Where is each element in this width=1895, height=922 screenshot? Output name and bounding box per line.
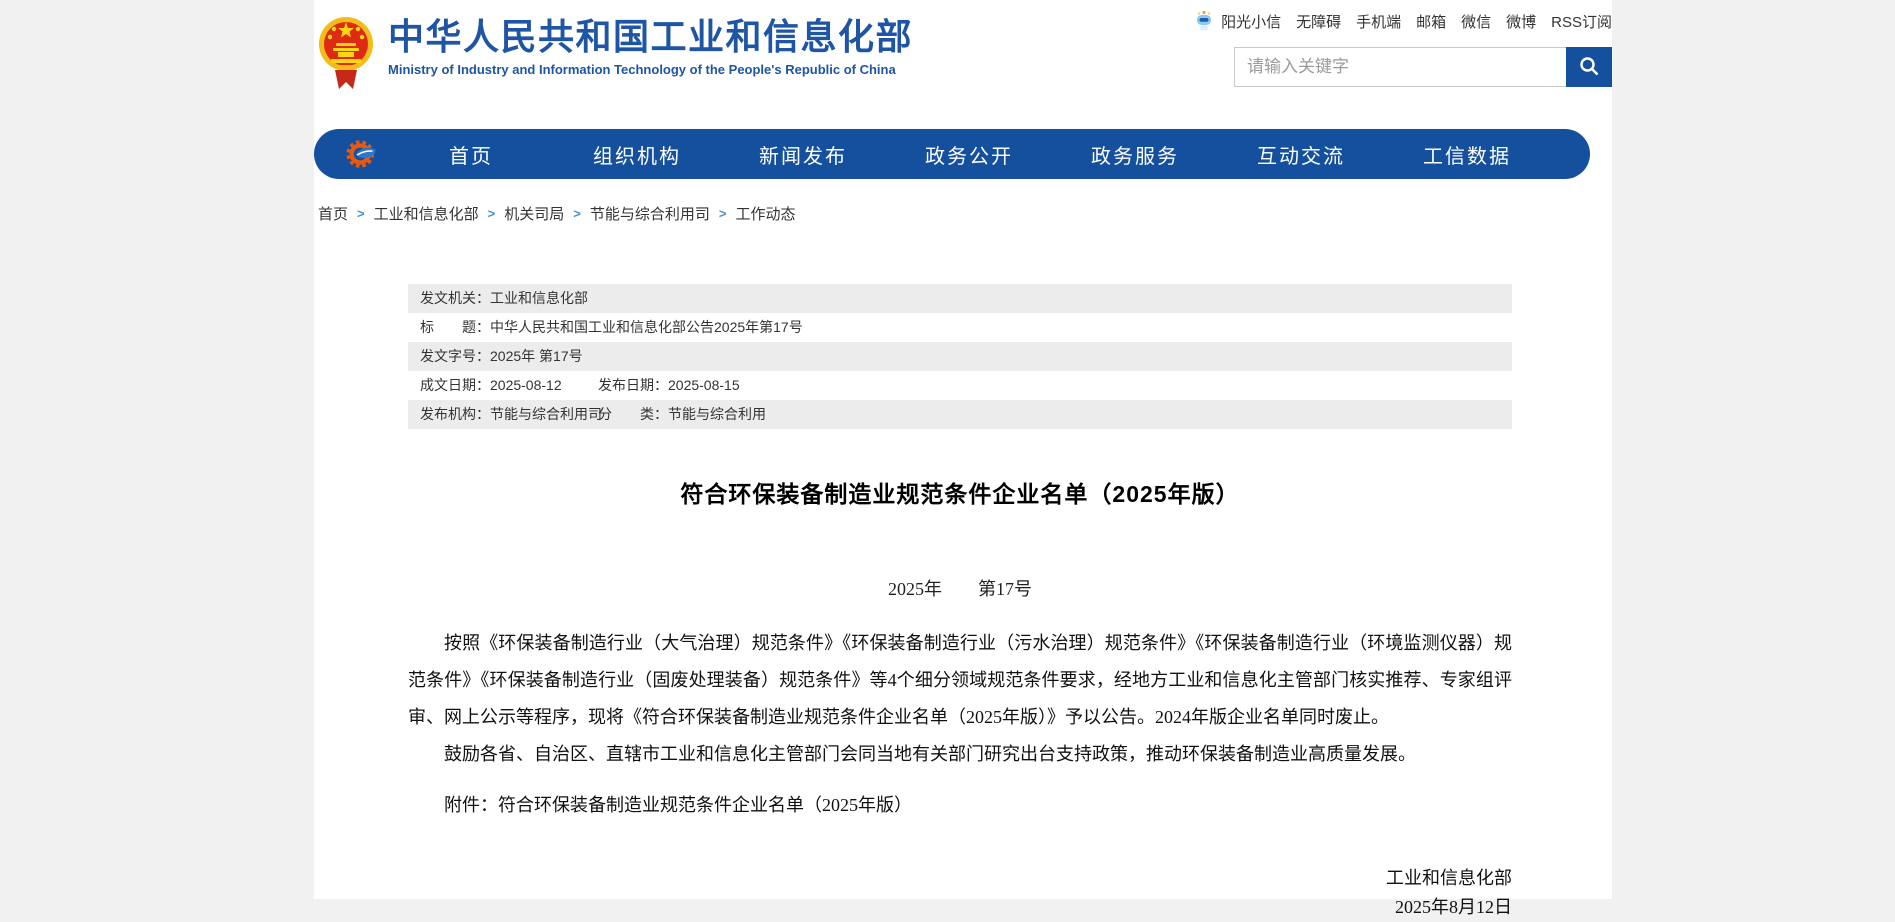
- meta-value: 2025-08-15: [668, 377, 740, 393]
- top-link-5[interactable]: 微博: [1506, 11, 1536, 32]
- meta-value: 2025年 第17号: [490, 348, 583, 364]
- brand-text: 中华人民共和国工业和信息化部 Ministry of Industry and …: [388, 10, 913, 77]
- meta-value: 节能与综合利用司: [490, 406, 602, 422]
- doc-body: 按照《环保装备制造行业（大气治理）规范条件》《环保装备制造行业（污水治理）规范条…: [408, 625, 1512, 773]
- top-link-0[interactable]: 阳光小信: [1221, 11, 1281, 32]
- breadcrumb-item-1[interactable]: 工业和信息化部: [374, 203, 479, 224]
- nav-item-4[interactable]: 政务服务: [1052, 140, 1218, 169]
- meta-row-0: 发文机关：工业和信息化部: [408, 284, 1512, 313]
- meta-cell: 成文日期：2025-08-12: [420, 371, 598, 400]
- breadcrumb: 首页 > 工业和信息化部 > 机关司局 > 节能与综合利用司 > 工作动态: [314, 203, 1612, 224]
- top-link-4[interactable]: 微信: [1461, 11, 1491, 32]
- meta-value: 工业和信息化部: [490, 290, 588, 306]
- doc-paragraph-1: 鼓励各省、自治区、直辖市工业和信息化主管部门会同当地有关部门研究出台支持政策，推…: [408, 736, 1512, 773]
- meta-value: 中华人民共和国工业和信息化部公告2025年第17号: [490, 319, 803, 335]
- meta-label: 成文日期：: [420, 377, 490, 393]
- nav-item-6[interactable]: 工信数据: [1384, 140, 1550, 169]
- meta-label: 标 题：: [420, 319, 490, 335]
- breadcrumb-separator: >: [357, 206, 365, 221]
- meta-value: 节能与综合利用: [668, 406, 766, 422]
- breadcrumb-separator: >: [719, 206, 727, 221]
- nav-item-2[interactable]: 新闻发布: [720, 140, 886, 169]
- meta-cell: 发布日期：2025-08-15: [598, 377, 740, 393]
- miit-gear-e-logo-icon: [344, 135, 382, 173]
- meta-cell: 发布机构：节能与综合利用司: [420, 400, 598, 429]
- meta-label: 发布日期：: [598, 377, 668, 393]
- national-emblem-icon: [318, 10, 374, 97]
- nav-item-1[interactable]: 组织机构: [554, 140, 720, 169]
- page-content-column: 中华人民共和国工业和信息化部 Ministry of Industry and …: [314, 0, 1612, 899]
- header-right: 阳光小信无障碍手机端邮箱微信微博 RSS订阅: [1194, 10, 1612, 87]
- signature-block: 工业和信息化部 2025年8月12日: [408, 864, 1512, 922]
- top-link-2[interactable]: 手机端: [1356, 11, 1401, 32]
- site-title: 中华人民共和国工业和信息化部: [388, 16, 913, 58]
- primary-nav: 首页组织机构新闻发布政务公开政务服务互动交流工信数据: [314, 129, 1590, 179]
- signature-org: 工业和信息化部: [408, 864, 1512, 893]
- doc-paragraph-0: 按照《环保装备制造行业（大气治理）规范条件》《环保装备制造行业（污水治理）规范条…: [408, 625, 1512, 736]
- sunshine-robot-icon: [1194, 10, 1214, 32]
- site-brand[interactable]: 中华人民共和国工业和信息化部 Ministry of Industry and …: [318, 10, 913, 97]
- meta-row-2: 发文字号：2025年 第17号: [408, 342, 1512, 371]
- meta-row-1: 标 题：中华人民共和国工业和信息化部公告2025年第17号: [408, 313, 1512, 342]
- meta-row-3: 成文日期：2025-08-12发布日期：2025-08-15: [408, 371, 1512, 400]
- search-bar: [1194, 47, 1612, 87]
- breadcrumb-item-0[interactable]: 首页: [318, 203, 348, 224]
- nav-item-0[interactable]: 首页: [388, 140, 554, 169]
- meta-label: 发布机构：: [420, 406, 490, 422]
- meta-label: 分 类：: [598, 406, 668, 422]
- top-links-row: 阳光小信无障碍手机端邮箱微信微博 RSS订阅: [1194, 10, 1612, 32]
- attachment-line[interactable]: 附件：符合环保装备制造业规范条件企业名单（2025年版）: [408, 787, 1512, 824]
- meta-row-4: 发布机构：节能与综合利用司分 类：节能与综合利用: [408, 400, 1512, 429]
- top-link-1[interactable]: 无障碍: [1296, 11, 1341, 32]
- breadcrumb-item-2[interactable]: 机关司局: [504, 203, 564, 224]
- top-link-3[interactable]: 邮箱: [1416, 11, 1446, 32]
- signature-date: 2025年8月12日: [408, 893, 1512, 922]
- breadcrumb-item-3[interactable]: 节能与综合利用司: [590, 203, 710, 224]
- search-input[interactable]: [1234, 47, 1566, 87]
- top-link-6[interactable]: RSS订阅: [1551, 11, 1612, 32]
- doc-number: 2025年 第17号: [408, 579, 1512, 599]
- meta-label: 发文机关：: [420, 290, 490, 306]
- site-header: 中华人民共和国工业和信息化部 Ministry of Industry and …: [314, 0, 1612, 117]
- document-area: 发文机关：工业和信息化部标 题：中华人民共和国工业和信息化部公告2025年第17…: [314, 284, 1612, 922]
- nav-item-5[interactable]: 互动交流: [1218, 140, 1384, 169]
- meta-label: 发文字号：: [420, 348, 490, 364]
- doc-title: 符合环保装备制造业规范条件企业名单（2025年版）: [408, 475, 1512, 509]
- meta-cell: 分 类：节能与综合利用: [598, 406, 766, 422]
- nav-item-3[interactable]: 政务公开: [886, 140, 1052, 169]
- breadcrumb-separator: >: [573, 206, 581, 221]
- meta-cell: 标 题：中华人民共和国工业和信息化部公告2025年第17号: [420, 319, 803, 335]
- breadcrumb-separator: >: [488, 206, 496, 221]
- site-subtitle: Ministry of Industry and Information Tec…: [388, 62, 913, 77]
- meta-cell: 发文字号：2025年 第17号: [420, 348, 583, 364]
- meta-value: 2025-08-12: [490, 377, 562, 393]
- doc-meta-table: 发文机关：工业和信息化部标 题：中华人民共和国工业和信息化部公告2025年第17…: [408, 284, 1512, 429]
- meta-cell: 发文机关：工业和信息化部: [420, 290, 588, 306]
- search-button[interactable]: [1566, 47, 1612, 87]
- search-icon: [1577, 54, 1601, 81]
- breadcrumb-item-4[interactable]: 工作动态: [735, 203, 795, 224]
